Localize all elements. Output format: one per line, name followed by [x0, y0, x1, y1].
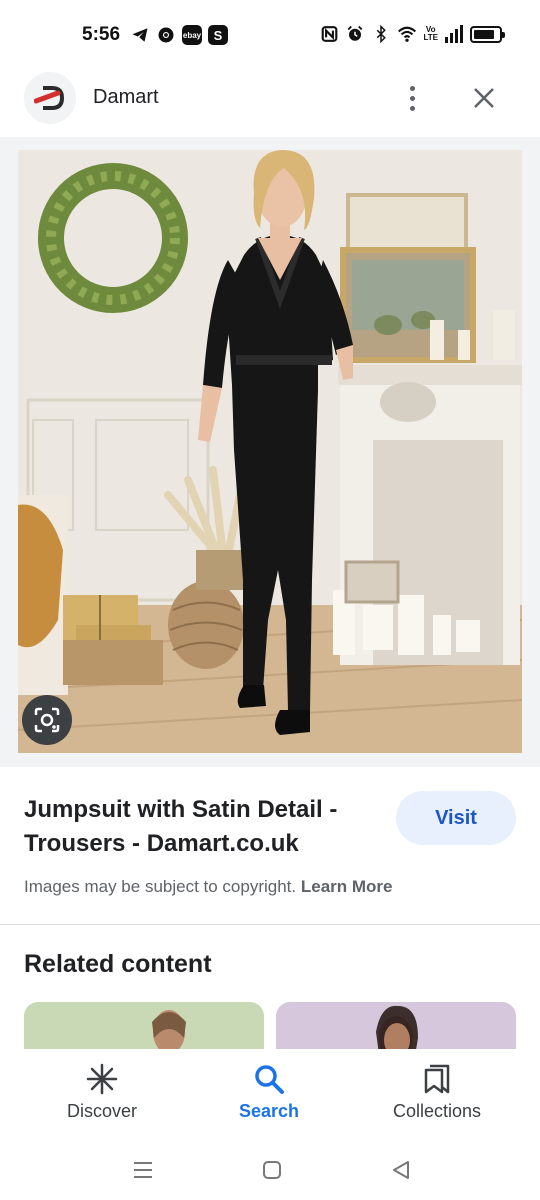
close-button[interactable]: [466, 80, 502, 116]
damart-logo-icon[interactable]: [24, 72, 76, 124]
lens-search-button[interactable]: [22, 695, 72, 745]
wifi-icon: [397, 24, 417, 44]
image-frame: [0, 137, 540, 767]
result-title[interactable]: Jumpsuit with Satin Detail - Trousers - …: [24, 793, 384, 861]
nav-collections-label: Collections: [392, 1101, 482, 1121]
asterisk-icon: [86, 1063, 118, 1095]
nav-discover-label: Discover: [66, 1101, 137, 1121]
s-app-icon: S: [208, 25, 228, 45]
header: Damart: [0, 72, 540, 136]
nfc-icon: [319, 24, 339, 44]
related-content-heading: Related content: [24, 950, 212, 978]
bottom-navigation: Discover Search Collections: [0, 1049, 540, 1141]
volte-bottom-text: LTE: [423, 33, 438, 42]
site-name: Damart: [93, 86, 159, 108]
home-icon[interactable]: [257, 1155, 287, 1185]
divider: [0, 924, 540, 925]
dot: [409, 95, 415, 101]
copyright-notice: Images may be subject to copyright. Lear…: [24, 877, 393, 897]
more-options-button[interactable]: [396, 80, 428, 116]
nav-search-label: Search: [238, 1101, 300, 1121]
volte-icon: Vo LTE: [423, 26, 438, 42]
status-bar: 5:56 ebay S Vo LTE: [0, 0, 540, 72]
result-image[interactable]: [18, 150, 522, 753]
nav-discover[interactable]: Discover: [27, 1063, 177, 1122]
close-icon: [474, 88, 494, 108]
notification-icons: ebay S: [130, 25, 228, 45]
menu-icon[interactable]: [128, 1155, 158, 1185]
nav-search[interactable]: Search: [194, 1063, 344, 1122]
dot: [409, 105, 415, 111]
nav-collections[interactable]: Collections: [362, 1063, 512, 1122]
bookmark-icon: [424, 1064, 450, 1094]
visit-button[interactable]: Visit: [396, 791, 516, 845]
telegram-icon: [130, 25, 150, 45]
system-navigation-bar: [0, 1141, 540, 1200]
back-icon[interactable]: [386, 1155, 416, 1185]
signal-icon: [444, 24, 464, 44]
lens-icon: [34, 707, 60, 733]
alarm-icon: [345, 24, 365, 44]
dot: [409, 85, 415, 91]
battery-icon: [470, 25, 505, 43]
search-icon: [255, 1065, 284, 1094]
copyright-text: Images may be subject to copyright.: [24, 877, 297, 896]
ebay-icon: ebay: [182, 25, 202, 45]
chrome-icon: [156, 25, 176, 45]
battery-fill: [474, 29, 495, 39]
system-status-icons: Vo LTE: [319, 24, 505, 44]
learn-more-link[interactable]: Learn More: [301, 877, 393, 896]
status-time: 5:56: [82, 24, 121, 45]
bluetooth-icon: [371, 24, 391, 44]
